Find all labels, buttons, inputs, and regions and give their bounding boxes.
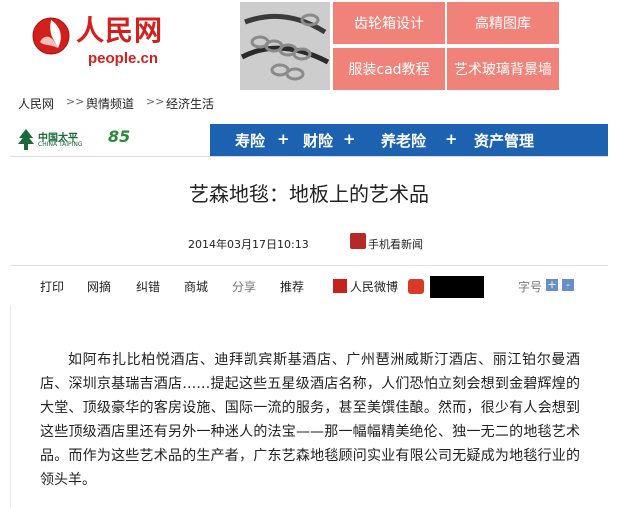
print-button[interactable]: 打印 — [40, 278, 64, 295]
chain-photo-icon — [240, 2, 330, 90]
recommend-button[interactable]: 推荐 — [280, 278, 304, 295]
font-size-label: 字号 — [518, 280, 543, 294]
article-paragraph: 如阿布扎比柏悦酒店、迪拜凯宾斯基酒店、广州琶洲威斯汀酒店、丽江铂尔曼酒店、深圳京… — [40, 352, 580, 488]
taiping-tree-icon — [18, 129, 34, 150]
ad-image[interactable] — [240, 2, 330, 90]
ad-link[interactable]: 服装cad教程 — [333, 48, 445, 90]
correct-button[interactable]: 纠错 — [136, 278, 160, 295]
banner-separator: + — [277, 130, 290, 148]
banner-link[interactable]: 财险 — [303, 130, 333, 151]
breadcrumb-item[interactable]: 经济生活 — [166, 95, 214, 112]
china-taiping-logo: 中国太平 CHINA TAIPING — [18, 128, 103, 152]
logo-domain: people.cn — [88, 50, 159, 67]
weibo-icon[interactable] — [333, 279, 347, 293]
banner-separator: + — [343, 130, 356, 148]
breadcrumb-separator: >> — [66, 95, 85, 108]
publish-date: 2014年03月17日10:13 — [188, 238, 309, 251]
banner-link[interactable]: 寿险 — [235, 130, 265, 151]
mobile-news-label: 手机看新闻 — [368, 238, 423, 251]
redacted-box — [430, 276, 484, 298]
article-toolbar: 打印 网摘 纠错 商城 分享 推荐 人民微博 字号 + - — [10, 265, 608, 306]
mobile-icon — [350, 233, 366, 249]
sina-weibo-icon[interactable] — [408, 279, 424, 294]
banner-links: 寿险 + 财险 + 养老险 + 资产管理 — [210, 124, 608, 156]
people-logo-icon — [32, 17, 70, 55]
font-decrease-button[interactable]: - — [562, 279, 574, 291]
anniversary-badge: 85 — [106, 126, 138, 152]
breadcrumb-item[interactable]: 舆情频道 — [86, 95, 134, 112]
weibo-button[interactable]: 人民微博 — [350, 278, 398, 295]
divider — [10, 305, 11, 508]
banner-link[interactable]: 资产管理 — [474, 130, 534, 151]
bookmark-button[interactable]: 网摘 — [87, 278, 111, 295]
share-button[interactable]: 分享 — [232, 278, 256, 295]
article-body: 如阿布扎比柏悦酒店、迪拜凯宾斯基酒店、广州琶洲威斯汀酒店、丽江铂尔曼酒店、深圳京… — [40, 348, 580, 492]
article-title: 艺森地毯：地板上的艺术品 — [189, 182, 429, 206]
ad-link[interactable]: 艺术玻璃背景墙 — [447, 48, 559, 90]
anniversary-number: 85 — [108, 127, 131, 146]
logo-text: 人民网 — [76, 14, 164, 47]
ad-link[interactable]: 高精图库 — [447, 2, 559, 44]
banner-separator: + — [445, 130, 458, 148]
site-logo[interactable]: 人民网 people.cn — [30, 12, 180, 68]
font-increase-button[interactable]: + — [546, 279, 558, 291]
brand-name-en: CHINA TAIPING — [38, 141, 83, 148]
banner-link[interactable]: 养老险 — [381, 130, 426, 151]
breadcrumb-item[interactable]: 人民网 — [18, 95, 54, 112]
insurance-banner[interactable]: 中国太平 CHINA TAIPING 85 寿险 + 财险 + 养老险 + 资产… — [10, 124, 608, 157]
breadcrumb: 人民网 >> 舆情频道 >> 经济生活 — [0, 92, 618, 116]
ad-link[interactable]: 齿轮箱设计 — [333, 2, 445, 44]
breadcrumb-separator: >> — [146, 95, 165, 108]
mall-button[interactable]: 商城 — [184, 278, 208, 295]
